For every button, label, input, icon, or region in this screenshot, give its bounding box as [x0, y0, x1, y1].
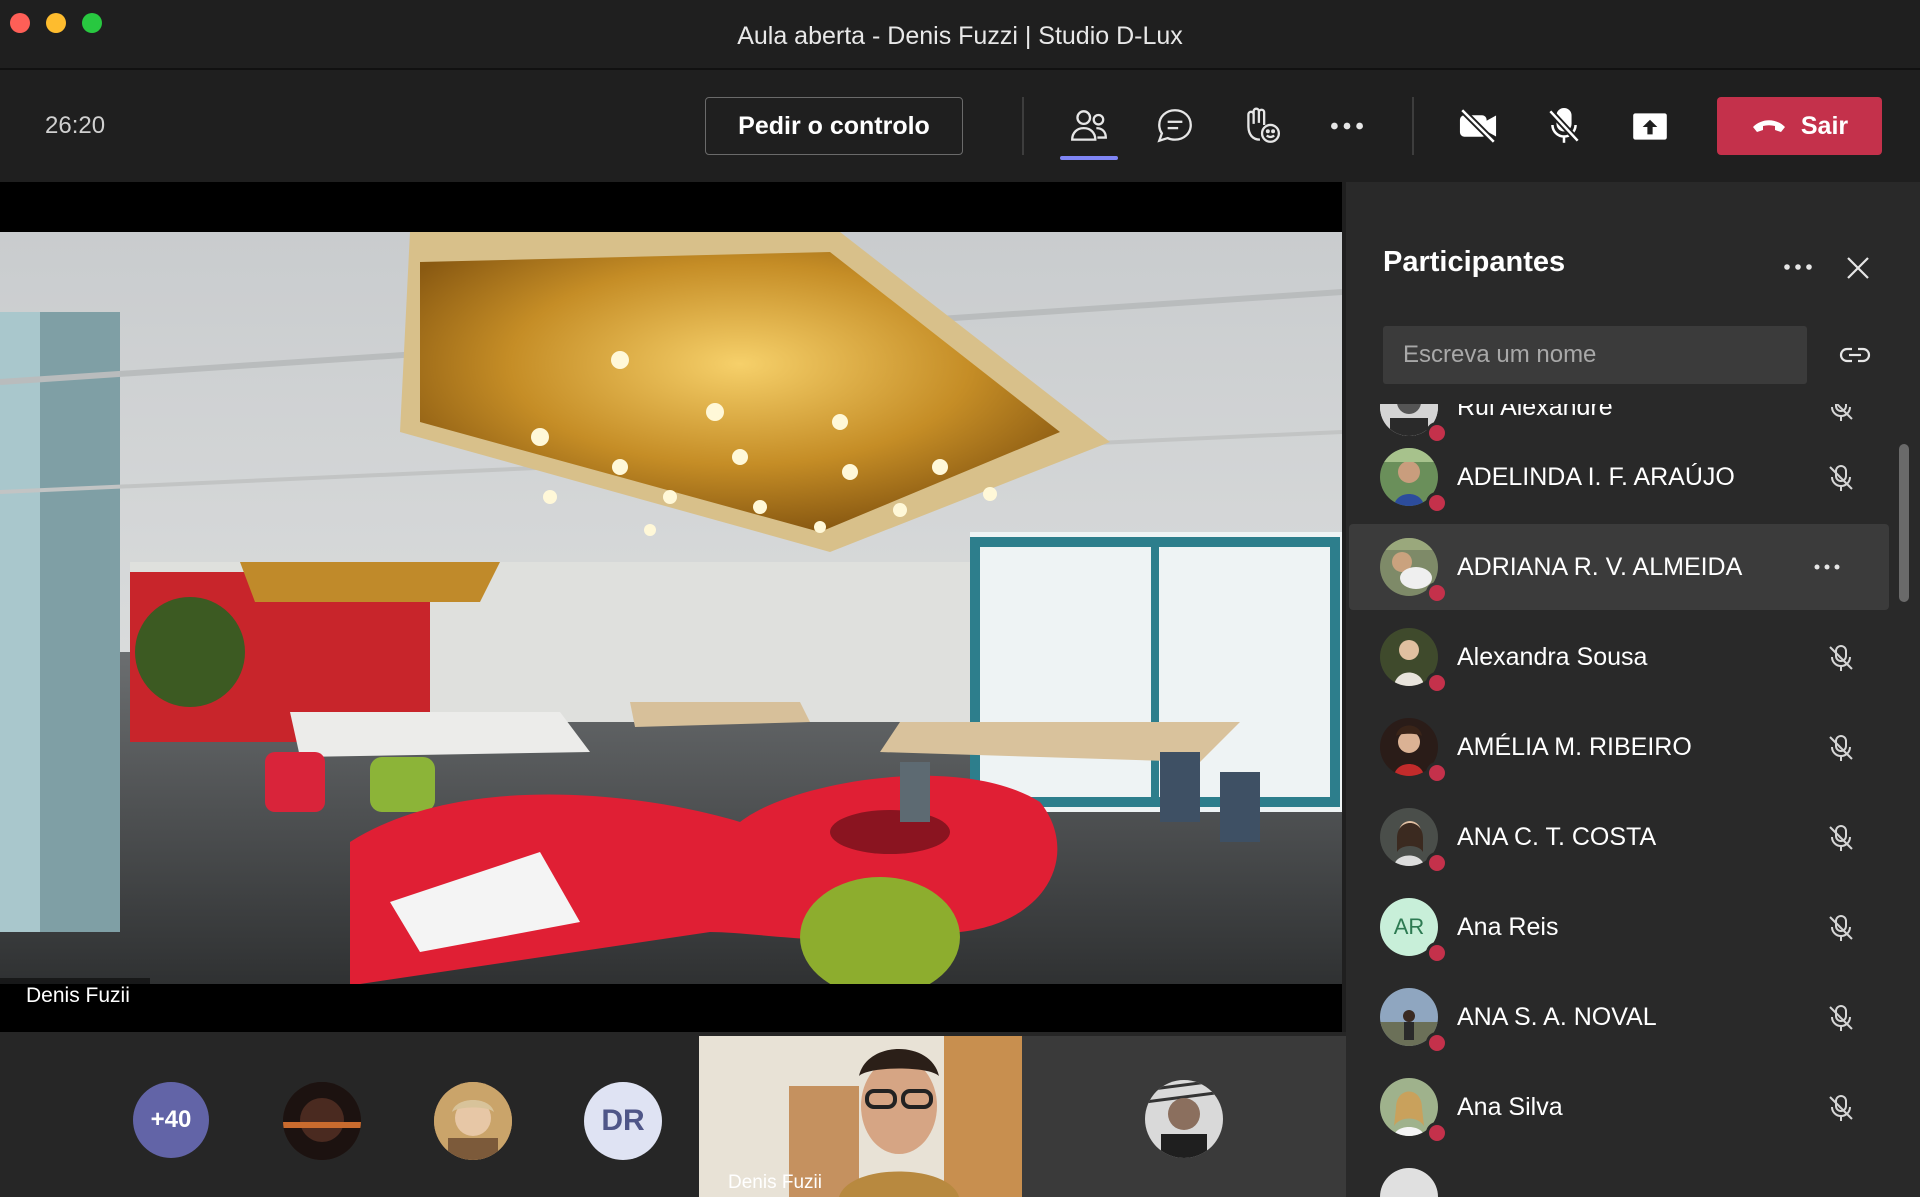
- close-icon[interactable]: [1840, 250, 1876, 286]
- mic-off-icon: [1821, 1088, 1861, 1128]
- overflow-participants-count[interactable]: +40: [133, 1082, 209, 1158]
- mic-off-icon: [1821, 908, 1861, 948]
- participant-avatar[interactable]: [283, 1082, 361, 1160]
- status-badge: [1426, 1122, 1448, 1144]
- more-icon[interactable]: [1322, 102, 1372, 150]
- participant-row[interactable]: ADELINDA I. F. ARAÚJO: [1349, 434, 1889, 520]
- shared-screen-video: [0, 232, 1342, 984]
- participant-tile[interactable]: [1022, 1036, 1346, 1197]
- participant-name: Ana Silva: [1457, 1093, 1563, 1121]
- panel-more-icon[interactable]: [1778, 252, 1818, 282]
- raise-hand-icon[interactable]: [1236, 102, 1286, 150]
- leave-label: Sair: [1800, 111, 1849, 140]
- camera-off-icon[interactable]: [1453, 102, 1503, 150]
- meeting-toolbar: 26:20 Pedir o controlo Sair: [0, 72, 1920, 182]
- participant-name: Ana Reis: [1457, 913, 1559, 941]
- status-badge: [1426, 942, 1448, 964]
- video-filmstrip: +40 DR: [0, 1032, 1346, 1197]
- status-badge: [1426, 672, 1448, 694]
- status-badge: [1426, 852, 1448, 874]
- participant-row[interactable]: AMÉLIA M. RIBEIRO: [1349, 704, 1889, 790]
- mic-off-icon: [1821, 818, 1861, 858]
- participant-name: ANA C. T. COSTA: [1457, 823, 1657, 851]
- leave-button[interactable]: Sair: [1717, 97, 1882, 155]
- participant-list-scrollbar[interactable]: [1899, 444, 1909, 602]
- panel-title: Participantes: [1383, 246, 1566, 278]
- participant-row[interactable]: AR Ana Reis: [1349, 884, 1889, 970]
- presenter-name-label: Denis Fuzii: [0, 978, 150, 1018]
- link-icon[interactable]: [1836, 338, 1874, 372]
- title-bar: Aula aberta - Denis Fuzzi | Studio D-Lux: [0, 0, 1920, 70]
- participant-name: ANA S. A. NOVAL: [1457, 1003, 1657, 1031]
- mic-off-icon: [1821, 998, 1861, 1038]
- mic-off-icon: [1821, 458, 1861, 498]
- mic-off-icon: [1821, 404, 1861, 428]
- participant-row[interactable]: ANA S. A. NOVAL: [1349, 974, 1889, 1060]
- participant-row[interactable]: Alexandra Sousa: [1349, 614, 1889, 700]
- chat-icon[interactable]: [1150, 102, 1200, 150]
- video-tile-name: Denis Fuzii: [728, 1172, 822, 1193]
- people-icon[interactable]: [1064, 102, 1114, 150]
- participant-name: AMÉLIA M. RIBEIRO: [1457, 733, 1692, 761]
- participant-avatar[interactable]: [434, 1082, 512, 1160]
- status-badge: [1426, 492, 1448, 514]
- mic-off-icon: [1821, 728, 1861, 768]
- meeting-timer: 26:20: [45, 112, 106, 139]
- participants-panel: Participantes Rui Alexandre: [1346, 182, 1920, 1197]
- more-options-icon[interactable]: [1807, 552, 1847, 582]
- participant-name: Rui Alexandre: [1457, 404, 1613, 421]
- mic-off-icon[interactable]: [1539, 102, 1589, 150]
- participant-list: Rui Alexandre ADELINDA I. F. ARAÚJO ADRI…: [1346, 404, 1920, 1197]
- toolbar-divider: [1022, 97, 1024, 155]
- status-badge: [1426, 1032, 1448, 1054]
- window-title: Aula aberta - Denis Fuzzi | Studio D-Lux: [737, 22, 1183, 50]
- participant-name: ADELINDA I. F. ARAÚJO: [1457, 463, 1735, 491]
- participant-row[interactable]: ADRIANA R. V. ALMEIDA: [1349, 524, 1889, 610]
- participant-avatar: [1380, 1168, 1438, 1197]
- status-badge: [1426, 762, 1448, 784]
- participant-name: Alexandra Sousa: [1457, 643, 1648, 671]
- participant-name: ADRIANA R. V. ALMEIDA: [1457, 553, 1743, 581]
- toolbar-divider: [1412, 97, 1414, 155]
- participant-row[interactable]: ANA C. T. COSTA: [1349, 794, 1889, 880]
- participant-avatar: [1145, 1080, 1223, 1158]
- active-tab-indicator: [1060, 156, 1118, 160]
- request-control-button[interactable]: Pedir o controlo: [705, 97, 963, 155]
- status-badge: [1426, 582, 1448, 604]
- mic-off-icon: [1821, 638, 1861, 678]
- participant-initials-avatar[interactable]: DR: [584, 1082, 662, 1160]
- participant-row[interactable]: [1349, 1154, 1889, 1197]
- hang-up-icon: [1752, 120, 1785, 132]
- participant-search-input[interactable]: [1383, 326, 1807, 384]
- share-tray-icon[interactable]: [1625, 102, 1675, 150]
- participant-row[interactable]: Ana Silva: [1349, 1064, 1889, 1150]
